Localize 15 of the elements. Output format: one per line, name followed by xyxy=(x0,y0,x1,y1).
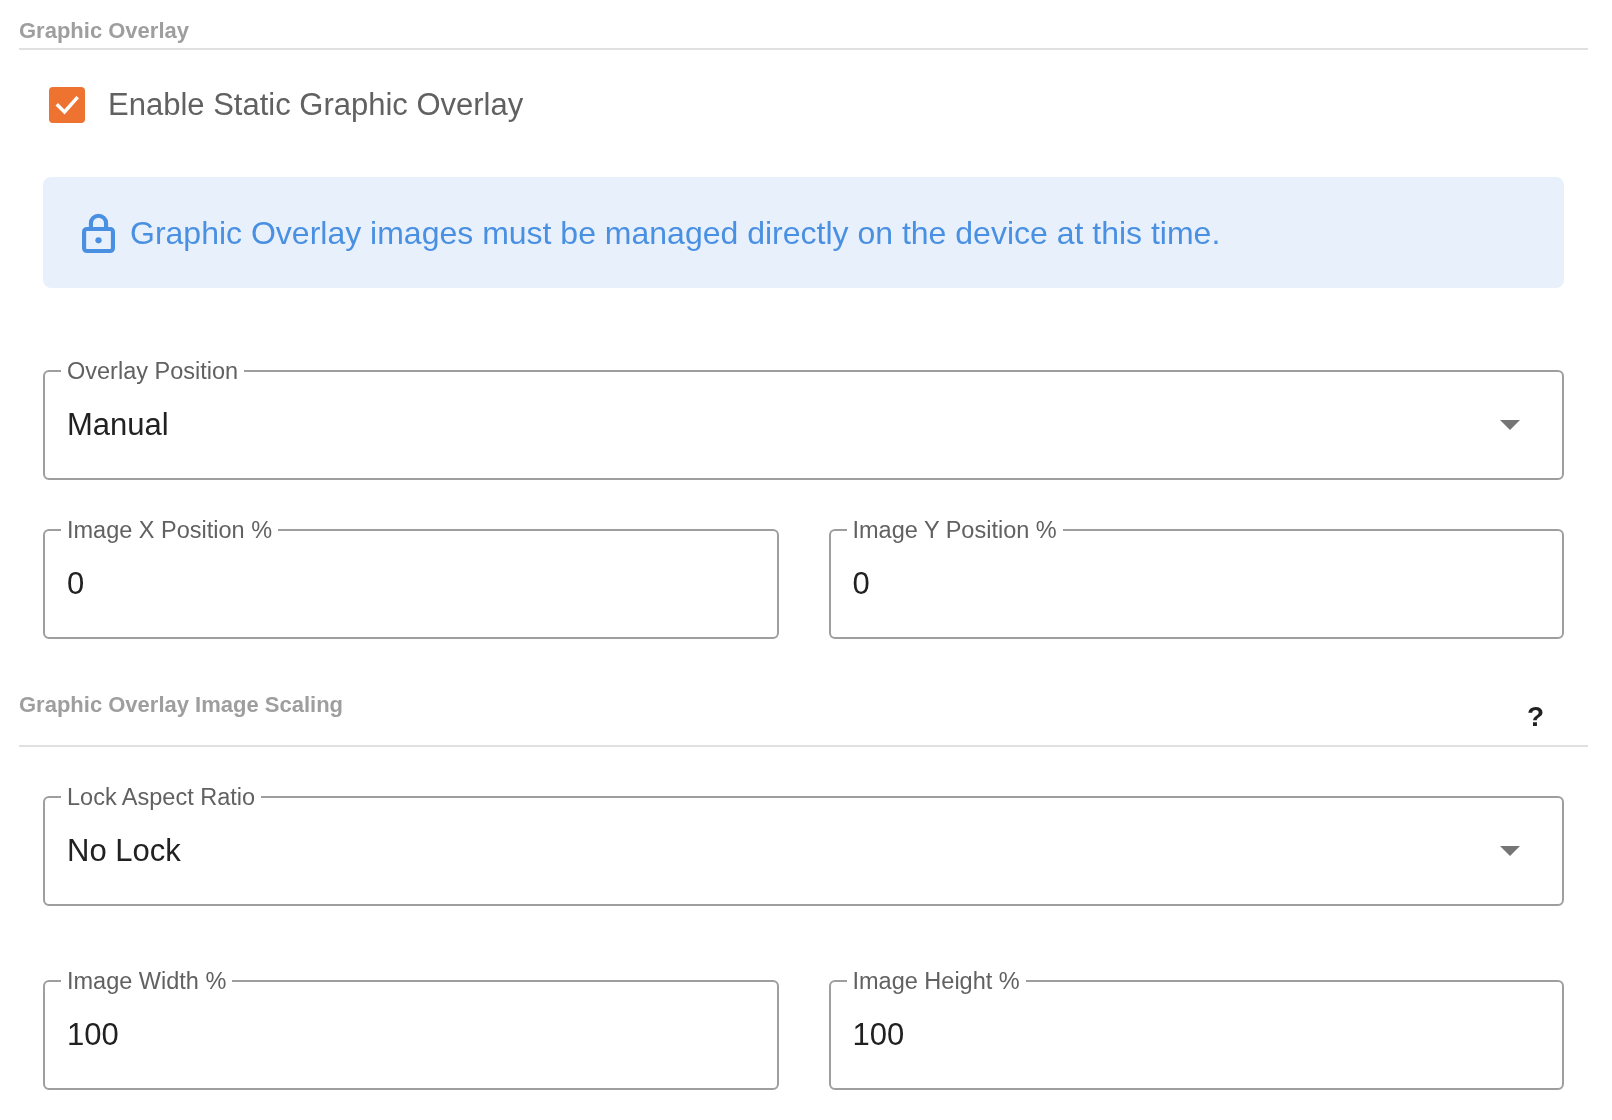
checkbox-label[interactable]: Enable Static Graphic Overlay xyxy=(108,87,524,123)
help-button[interactable]: ? xyxy=(1524,701,1546,733)
field-label: Image Height % xyxy=(846,968,1026,994)
caret-icon xyxy=(1500,846,1520,856)
field-label: Image X Position % xyxy=(61,517,279,543)
section-title: Graphic Overlay Image Scaling xyxy=(19,693,344,717)
field-label: Overlay Position xyxy=(61,358,245,384)
section-title: Graphic Overlay xyxy=(19,19,189,43)
checkbox[interactable] xyxy=(49,87,85,123)
field-label: Image Width % xyxy=(61,968,233,994)
field-label: Image Y Position % xyxy=(846,517,1063,543)
field-label: Lock Aspect Ratio xyxy=(61,784,262,810)
info-message: Graphic Overlay images must be managed directly on the device at this time. xyxy=(130,213,1221,252)
lock-icon xyxy=(82,212,115,253)
caret-icon xyxy=(1500,420,1520,430)
